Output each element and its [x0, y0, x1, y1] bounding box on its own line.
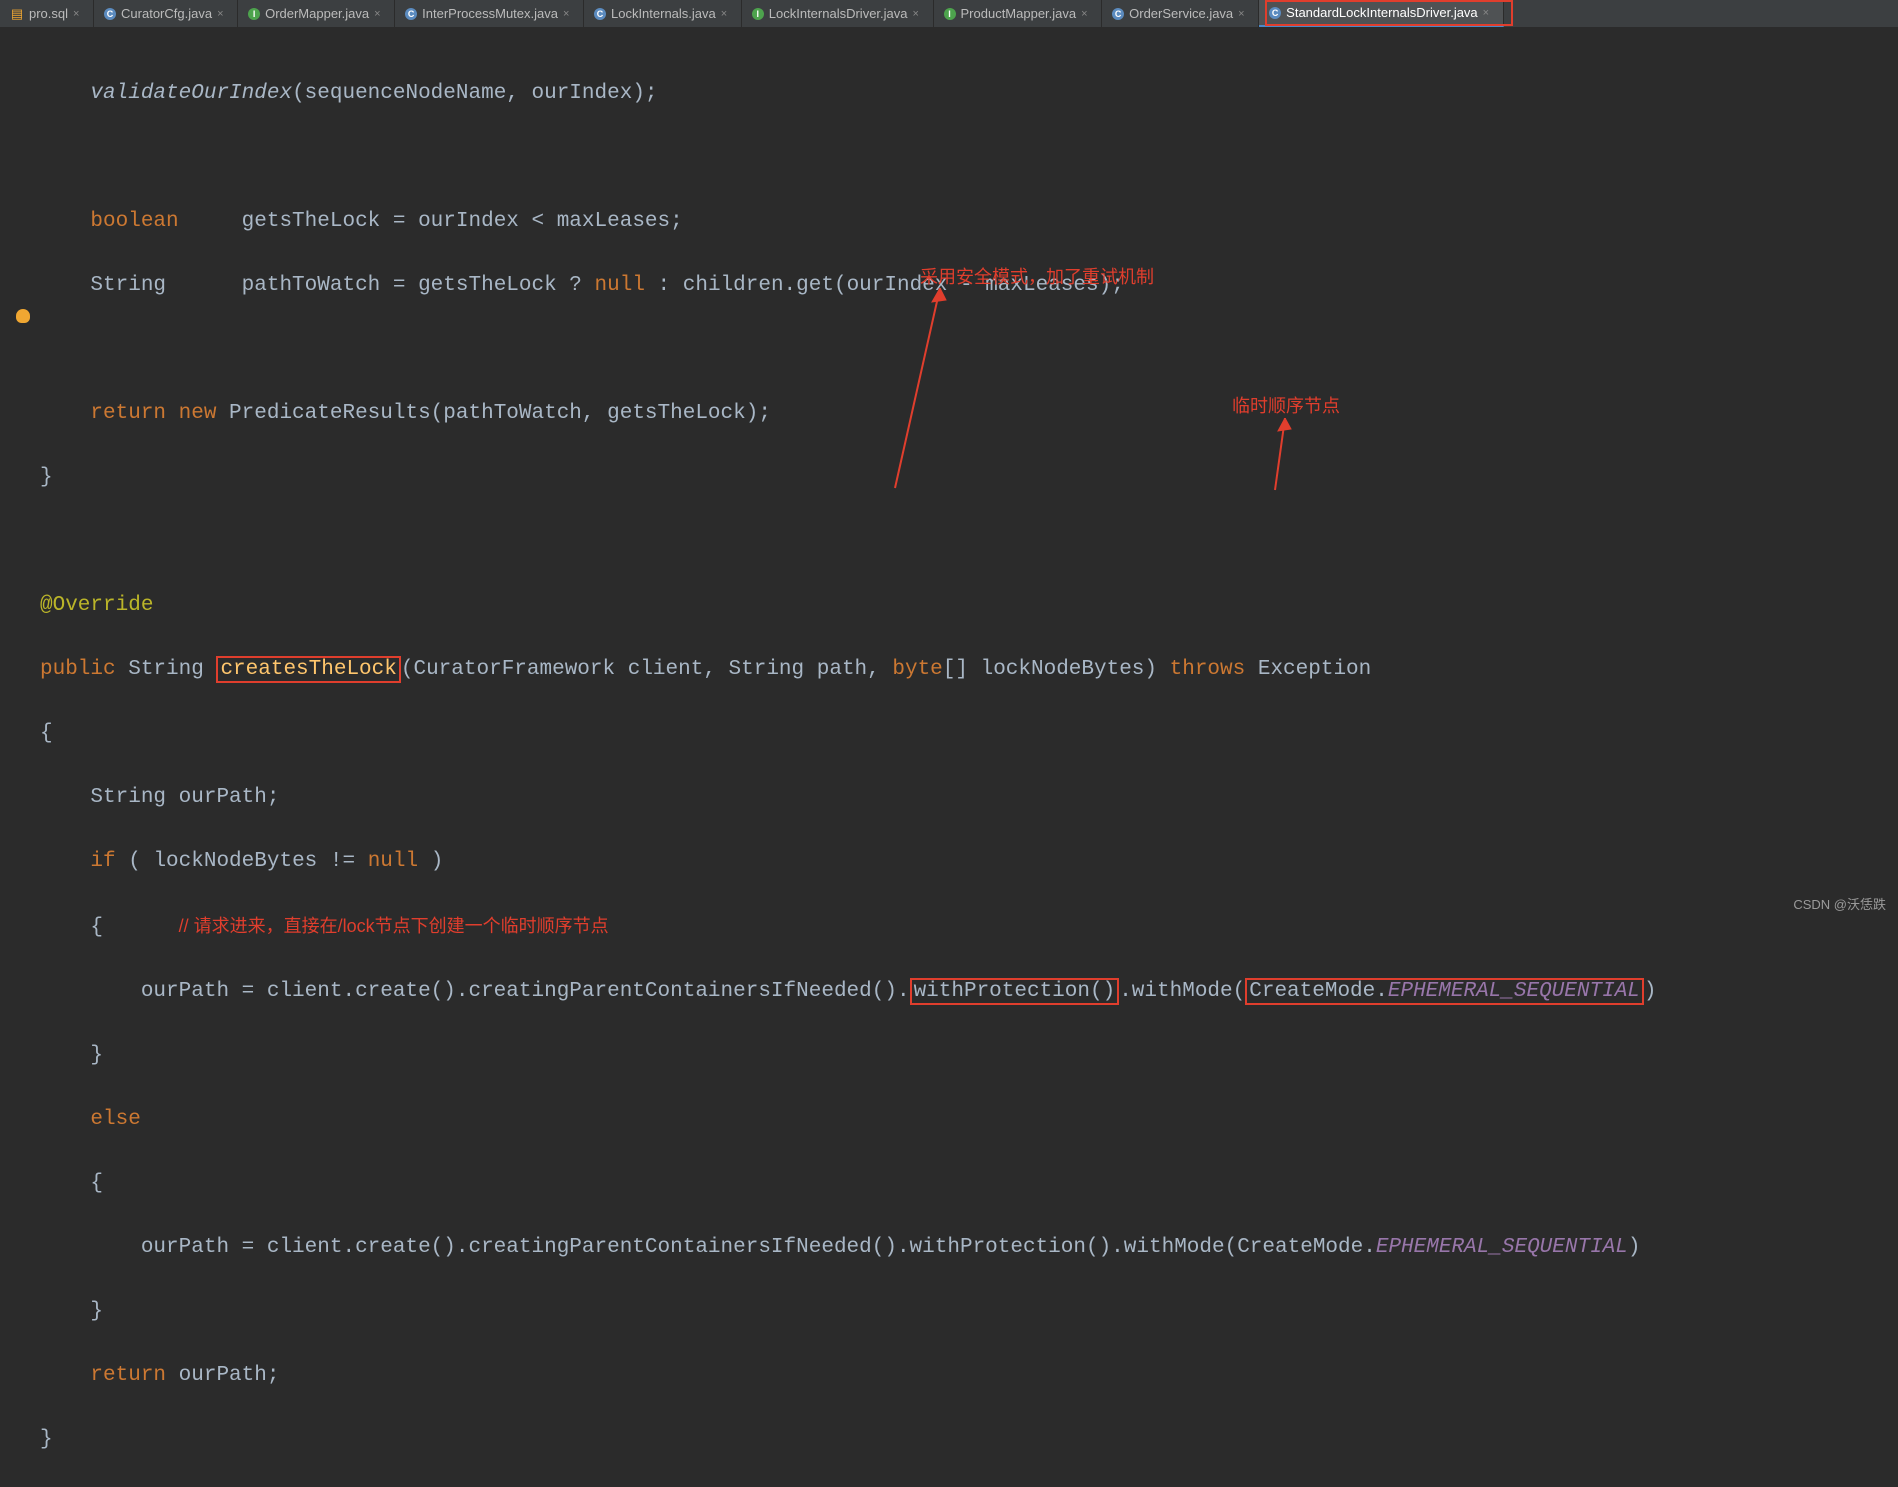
code-line: return ourPath;: [40, 1360, 1898, 1392]
tab-interprocessmutex[interactable]: C InterProcessMutex.java ×: [395, 0, 584, 27]
tab-standardlockinternalsdriver[interactable]: C StandardLockInternalsDriver.java ×: [1259, 0, 1504, 27]
tab-lockinternalsdriver[interactable]: I LockInternalsDriver.java ×: [742, 0, 934, 27]
tab-label: ProductMapper.java: [961, 6, 1077, 21]
interface-icon: I: [248, 8, 260, 20]
tab-bar: ▤ pro.sql × C CuratorCfg.java × I OrderM…: [0, 0, 1898, 28]
close-icon[interactable]: ×: [73, 8, 83, 20]
code-line: return new PredicateResults(pathToWatch,…: [40, 398, 1898, 430]
tab-pro-sql[interactable]: ▤ pro.sql ×: [0, 0, 94, 27]
close-icon[interactable]: ×: [1238, 8, 1248, 20]
code-line: }: [40, 1040, 1898, 1072]
code-line: [40, 526, 1898, 558]
tab-productmapper[interactable]: I ProductMapper.java ×: [934, 0, 1103, 27]
interface-icon: I: [944, 8, 956, 20]
annotation-inline-comment: // 请求进来，直接在/lock节点下创建一个临时顺序节点: [179, 916, 609, 936]
class-icon: C: [1112, 8, 1124, 20]
close-icon[interactable]: ×: [374, 8, 384, 20]
code-line: ourPath = client.create().creatingParent…: [40, 976, 1898, 1008]
tab-label: pro.sql: [29, 6, 68, 21]
code-line: }: [40, 1296, 1898, 1328]
code-line: }: [40, 1424, 1898, 1456]
close-icon[interactable]: ×: [721, 8, 731, 20]
tab-label: LockInternalsDriver.java: [769, 6, 908, 21]
annotation-label-safemode: 采用安全模式，加了重试机制: [920, 263, 1154, 289]
code-line: [40, 334, 1898, 366]
code-line: ourPath = client.create().creatingParent…: [40, 1232, 1898, 1264]
code-line: }: [40, 462, 1898, 494]
close-icon[interactable]: ×: [1081, 8, 1091, 20]
tab-orderservice[interactable]: C OrderService.java ×: [1102, 0, 1259, 27]
tab-label: InterProcessMutex.java: [422, 6, 558, 21]
code-line: { // 请求进来，直接在/lock节点下创建一个临时顺序节点: [40, 910, 1898, 944]
code-line: validateOurIndex(sequenceNodeName, ourIn…: [40, 78, 1898, 110]
code-line: String ourPath;: [40, 782, 1898, 814]
close-icon[interactable]: ×: [913, 8, 923, 20]
annotation-arrow-ephemeral: [1265, 418, 1305, 498]
watermark: CSDN @沃恁跌: [1793, 894, 1886, 913]
tab-lockinternals[interactable]: C LockInternals.java ×: [584, 0, 742, 27]
sql-icon: ▤: [10, 7, 24, 21]
class-icon: C: [405, 8, 417, 20]
code-line: @Override: [40, 590, 1898, 622]
class-icon: C: [104, 8, 116, 20]
tab-label: CuratorCfg.java: [121, 6, 212, 21]
close-icon[interactable]: ×: [1483, 7, 1493, 19]
interface-icon: I: [752, 8, 764, 20]
class-icon: C: [1269, 7, 1281, 19]
annotation-box-createmode: CreateMode.EPHEMERAL_SEQUENTIAL: [1245, 978, 1644, 1005]
annotation-arrow-safemode: [880, 288, 960, 498]
code-line: {: [40, 718, 1898, 750]
annotation-box-withprotection: withProtection(): [910, 978, 1120, 1005]
code-line: public String createsTheLock(CuratorFram…: [40, 654, 1898, 686]
annotation-box-method-name: createsTheLock: [216, 656, 400, 683]
tab-curatorcfg[interactable]: C CuratorCfg.java ×: [94, 0, 238, 27]
class-icon: C: [594, 8, 606, 20]
code-editor[interactable]: validateOurIndex(sequenceNodeName, ourIn…: [0, 28, 1898, 1487]
tab-label: StandardLockInternalsDriver.java: [1286, 5, 1478, 20]
code-line: else: [40, 1104, 1898, 1136]
code-line: boolean getsTheLock = ourIndex < maxLeas…: [40, 206, 1898, 238]
close-icon[interactable]: ×: [563, 8, 573, 20]
tab-label: LockInternals.java: [611, 6, 716, 21]
code-line: {: [40, 1168, 1898, 1200]
close-icon[interactable]: ×: [217, 8, 227, 20]
tab-label: OrderService.java: [1129, 6, 1233, 21]
tab-ordermapper[interactable]: I OrderMapper.java ×: [238, 0, 395, 27]
annotation-label-ephemeral: 临时顺序节点: [1232, 392, 1340, 418]
code-line: if ( lockNodeBytes != null ): [40, 846, 1898, 878]
tab-label: OrderMapper.java: [265, 6, 369, 21]
code-line: [40, 142, 1898, 174]
